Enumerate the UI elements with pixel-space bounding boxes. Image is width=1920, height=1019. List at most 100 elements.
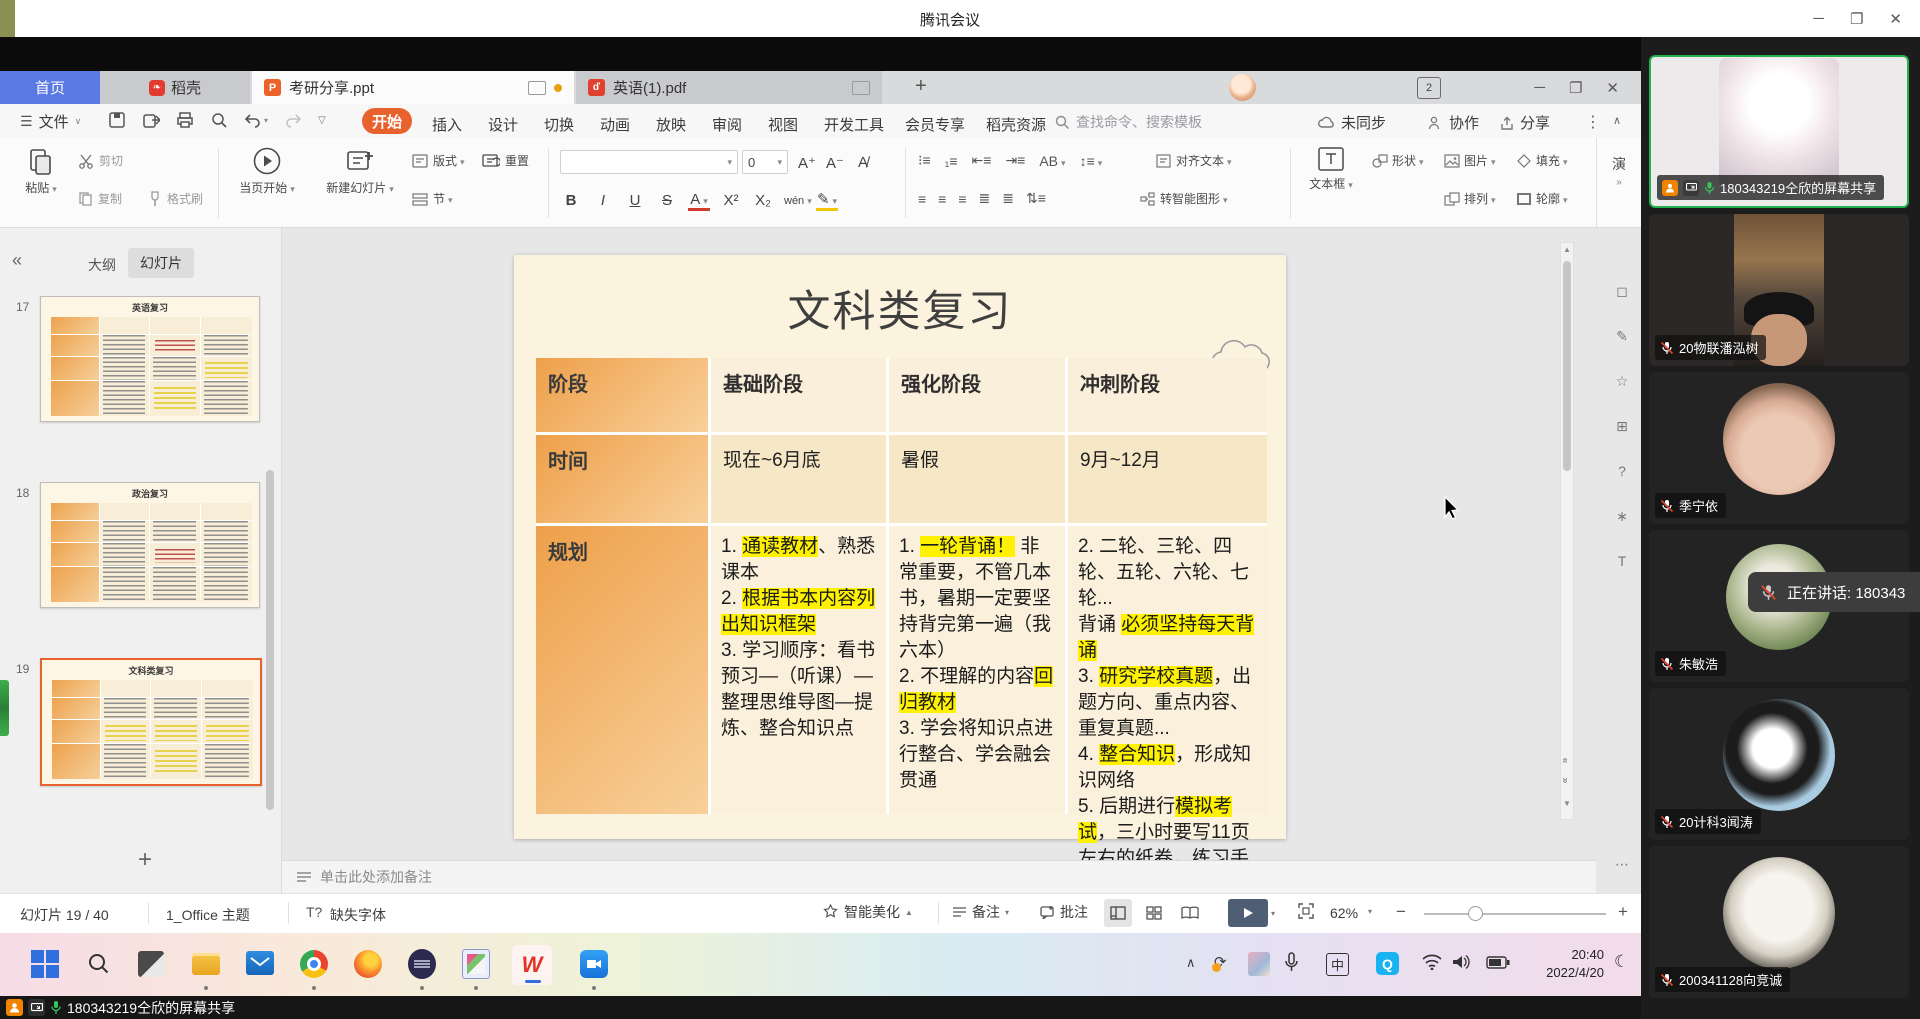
tray-mic-icon[interactable] — [1284, 952, 1299, 974]
participant-tile-sharer[interactable]: 180343219仝欣的屏幕共享 — [1649, 55, 1909, 208]
slide-canvas[interactable]: 文科类复习 阶段 基础阶段 强化阶段 冲刺阶段 时间 现在~6月底 暑假 9月~… — [514, 255, 1286, 839]
comment-button[interactable]: 批注 — [1040, 902, 1088, 922]
tab-home[interactable]: 首页 — [0, 71, 100, 104]
side-grid-icon[interactable]: ⊞ — [1610, 418, 1634, 435]
menu-design[interactable]: 设计 — [488, 114, 518, 135]
menu-devtools[interactable]: 开发工具 — [824, 114, 884, 135]
side-star-icon[interactable]: ☆ — [1610, 373, 1634, 390]
menu-transition[interactable]: 切换 — [544, 114, 574, 135]
sync-status[interactable]: 未同步 — [1341, 112, 1386, 133]
collapse-ribbon-icon[interactable]: ∧ — [1613, 114, 1621, 127]
participant-tile[interactable]: 季宁依 — [1649, 372, 1909, 524]
row-spacing-icon[interactable]: ⇅≡ — [1026, 190, 1046, 207]
increase-indent-icon[interactable]: ⇥≡ — [1005, 152, 1025, 169]
menu-slideshow[interactable]: 放映 — [656, 114, 686, 135]
taskbar-search-icon[interactable] — [84, 949, 114, 979]
section-button[interactable]: 节 — [412, 190, 453, 207]
more-menu-icon[interactable]: ⋮ — [1585, 112, 1601, 132]
meeting-taskbar-icon[interactable] — [580, 950, 608, 978]
menu-home[interactable]: 开始 — [362, 108, 412, 134]
underline-button[interactable]: U — [624, 192, 646, 209]
decrease-font-icon[interactable]: A⁻ — [824, 154, 846, 172]
chrome-icon[interactable] — [300, 950, 328, 978]
side-text-icon[interactable]: T — [1610, 553, 1634, 569]
command-search[interactable]: 查找命令、搜索模板 — [1055, 112, 1202, 132]
slide-thumbnail-17[interactable]: 英语复习 — [40, 296, 260, 422]
zoom-level[interactable]: 62% — [1330, 905, 1358, 921]
cut-button[interactable]: 剪切 — [78, 152, 123, 169]
slide-thumbnail-19-selected[interactable]: 文科类复习 — [40, 658, 262, 786]
tray-ime-icon[interactable]: 中 — [1326, 953, 1349, 976]
undo-button[interactable]: ▾ — [244, 111, 268, 129]
tray-sync-icon[interactable]: ⟳ — [1214, 953, 1227, 971]
task-view-icon[interactable] — [138, 951, 164, 977]
align-center-icon[interactable]: ≡ — [938, 191, 946, 207]
number-list-icon[interactable]: ₁≡ — [945, 153, 958, 169]
prev-slide-double-chevron-icon[interactable]: « — [1559, 758, 1570, 764]
save-icon[interactable] — [108, 111, 126, 129]
subscript-button[interactable]: X₂ — [752, 192, 774, 209]
reset-button[interactable]: 重置 — [482, 152, 529, 169]
bullet-list-icon[interactable]: ⁝≡ — [918, 152, 931, 169]
slide-thumbnail-18[interactable]: 政治复习 — [40, 482, 260, 608]
missing-font-warning[interactable]: 缺失字体 — [330, 905, 386, 925]
textbox-button[interactable]: 文本框 — [1302, 146, 1360, 192]
participant-tile[interactable]: 20计科3闻涛 — [1649, 688, 1909, 840]
print-preview-icon[interactable] — [210, 111, 228, 129]
wps-minimize-button[interactable]: ─ — [1534, 79, 1545, 96]
view-reading-button[interactable] — [1176, 899, 1204, 927]
tab-docer[interactable]: ❧ 稻壳 — [100, 71, 250, 104]
view-sorter-button[interactable] — [1140, 899, 1168, 927]
font-name-combo[interactable]: ▾ — [560, 150, 738, 174]
menu-view[interactable]: 视图 — [768, 114, 798, 135]
strikethrough-button[interactable]: S — [656, 192, 678, 209]
stacked-windows-icon[interactable]: 2 — [1417, 77, 1441, 99]
arrange-button[interactable]: 排列 — [1444, 190, 1496, 207]
beautify-button[interactable]: 智能美化 ▲ — [822, 902, 913, 922]
play-current-button[interactable]: 当页开始 — [232, 146, 302, 196]
align-text-button[interactable]: 对齐文本 — [1156, 152, 1232, 169]
share-button[interactable]: 分享 — [1500, 112, 1550, 133]
collapse-panel-button[interactable]: « — [12, 250, 22, 271]
scroll-down-icon[interactable]: ▼ — [1563, 799, 1571, 808]
font-size-combo[interactable]: 0 ▾ — [742, 150, 788, 174]
justify-icon[interactable]: ≣ — [979, 190, 991, 207]
firefox-icon[interactable] — [354, 950, 382, 978]
file-explorer-icon[interactable] — [192, 953, 220, 975]
collab-button[interactable]: 协作 — [1428, 112, 1479, 133]
menu-animation[interactable]: 动画 — [600, 114, 630, 135]
qat-customize-icon[interactable]: ▽ — [318, 115, 326, 126]
distribute-icon[interactable]: ≣ — [1002, 190, 1014, 207]
highlight-pen-button[interactable]: ✎ — [816, 190, 838, 211]
review-table[interactable]: 阶段 基础阶段 强化阶段 冲刺阶段 时间 现在~6月底 暑假 9月~12月 规划… — [536, 358, 1267, 814]
fit-slide-icon[interactable] — [1298, 903, 1314, 919]
superscript-button[interactable]: X² — [720, 192, 742, 209]
side-help-icon[interactable]: ? — [1610, 463, 1634, 479]
text-direction-button[interactable]: AB — [1039, 153, 1065, 169]
menu-vip[interactable]: 会员专享 — [905, 114, 965, 135]
tray-battery-icon[interactable] — [1486, 956, 1510, 969]
tray-volume-icon[interactable] — [1452, 954, 1471, 970]
format-painter-button[interactable]: 格式刷 — [148, 190, 203, 207]
tray-clock[interactable]: 20:40 2022/4/20 — [1528, 946, 1604, 982]
meeting-close-button[interactable]: ✕ — [1889, 10, 1902, 28]
layout-button[interactable]: 版式 — [412, 152, 465, 169]
add-slide-button[interactable]: + — [138, 846, 152, 874]
next-slide-double-chevron-icon[interactable]: » — [1559, 778, 1570, 784]
zoom-out-button[interactable]: − — [1396, 902, 1406, 922]
panel-scrollbar[interactable] — [266, 470, 274, 810]
tray-qq-icon[interactable]: Q — [1376, 952, 1399, 975]
mail-icon[interactable] — [246, 951, 274, 975]
export-icon[interactable] — [142, 111, 160, 129]
paste-button[interactable]: 粘贴 — [18, 146, 64, 196]
tab-doc-pdf[interactable]: ď 英语(1).pdf — [576, 71, 882, 104]
shape-button[interactable]: 形状 — [1372, 152, 1424, 169]
tray-night-mode-icon[interactable]: ☾ — [1614, 952, 1629, 972]
paint-app-icon[interactable] — [462, 949, 490, 979]
align-left-icon[interactable]: ≡ — [918, 191, 926, 207]
eclipse-icon[interactable] — [408, 949, 436, 979]
panel-tab-outline[interactable]: 大纲 — [88, 255, 116, 275]
new-slide-button[interactable]: 新建幻灯片 — [318, 146, 402, 196]
side-edit-icon[interactable]: ✎ — [1610, 328, 1634, 345]
outline-button[interactable]: 轮廓 — [1516, 190, 1568, 207]
